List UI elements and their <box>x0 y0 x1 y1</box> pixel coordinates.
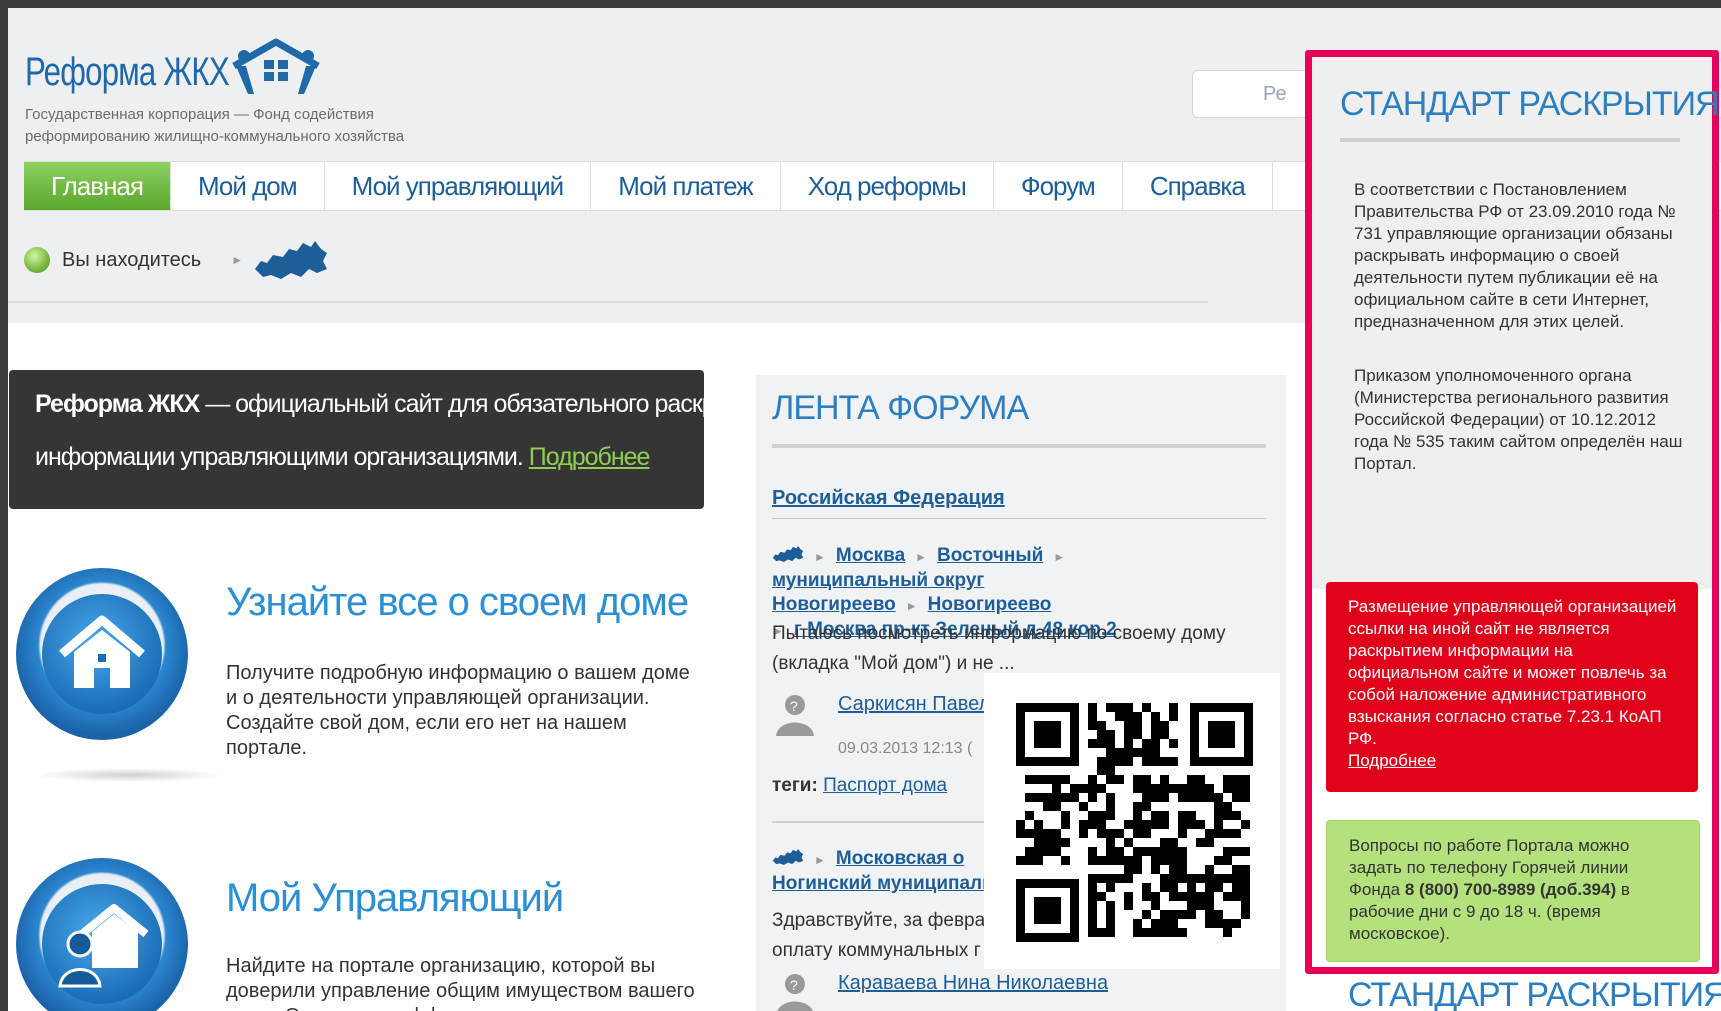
breadcrumb-arrow-icon: ► <box>231 253 244 267</box>
intro-banner: Реформа ЖКХ — официальный сайт для обяза… <box>9 370 769 509</box>
path-link[interactable]: Московская о <box>836 848 964 869</box>
house-icon <box>59 615 145 688</box>
russia-map-icon <box>772 546 804 562</box>
banner-line: Реформа ЖКХ — официальный сайт для обяза… <box>35 390 769 419</box>
location-label: Вы находитесь <box>62 248 202 271</box>
nav-item-my-manager[interactable]: Мой управляющий <box>325 162 592 210</box>
logo-title[interactable]: Реформа ЖКХ <box>25 50 230 95</box>
forum-post-author[interactable]: Караваева Нина Николаевна <box>838 972 1108 995</box>
feature-title[interactable]: Узнайте все о своем доме <box>226 580 689 625</box>
nav-item-reform-progress[interactable]: Ход реформы <box>781 162 994 210</box>
breadcrumb-arrow-icon: ► <box>814 550 826 564</box>
tags-label: теги: <box>772 775 818 796</box>
forum-title: ЛЕНТА ФОРУМА <box>772 389 1029 427</box>
badge-inner <box>42 884 162 1004</box>
qr-code-icon <box>1016 703 1253 942</box>
sidebar-paragraph: Приказом уполномоченного органа (Министе… <box>1354 366 1683 473</box>
warning-message: Размещение управляющей организацией ссыл… <box>1348 597 1677 748</box>
breadcrumb: Вы находитесь ► <box>24 240 329 280</box>
disclosure-info-block: СТАНДАРТ РАСКРЫТИЯ В соответствии с Пост… <box>1312 57 1720 589</box>
svg-text:?: ? <box>790 977 798 993</box>
header-divider <box>8 301 1208 303</box>
path-link[interactable]: Новогиреево <box>928 594 1052 615</box>
feature-description: Получите подробную информацию о вашем до… <box>226 662 690 759</box>
breadcrumb-arrow-icon: ► <box>905 599 918 613</box>
tag-link[interactable]: Паспорт дома <box>823 775 947 796</box>
search-placeholder: Ре <box>1263 83 1287 105</box>
banner-more-link[interactable]: Подробнее <box>529 443 651 471</box>
user-avatar-icon: ? <box>777 974 813 1011</box>
forum-post-tags: теги: Паспорт дома <box>772 775 947 797</box>
banner-text: — официальный сайт для обязательного рас… <box>199 390 768 418</box>
breadcrumb-arrow-icon: ► <box>915 550 928 564</box>
hotline-text: Вопросы по работе Портала можно задать п… <box>1349 835 1679 945</box>
path-link[interactable]: Ногинский муниципаль <box>772 873 994 894</box>
disclosure-standard-panel: СТАНДАРТ РАСКРЫТИЯ В соответствии с Пост… <box>1305 50 1720 974</box>
hotline-phone: 8 (800) 700-8989 (доб.394) <box>1404 880 1617 899</box>
breadcrumb-arrow-icon: ► <box>814 853 826 867</box>
russia-map-icon[interactable] <box>253 239 329 281</box>
nav-item-my-house[interactable]: Мой дом <box>171 162 325 210</box>
qr-code-overlay <box>984 673 1280 969</box>
forum-divider <box>772 518 1266 519</box>
house-badge[interactable] <box>16 568 188 740</box>
location-pin-icon <box>24 247 50 273</box>
nav-item-forum[interactable]: Форум <box>994 162 1123 210</box>
banner-text: информации управляющими организациями. <box>35 443 524 471</box>
feature-title[interactable]: Мой Управляющий <box>226 876 564 921</box>
warning-notice: Размещение управляющей организацией ссыл… <box>1326 582 1698 792</box>
feature-description: Найдите на портале организацию, которой … <box>226 955 695 1011</box>
forum-post-date: 09.03.2013 12:13 ( <box>838 740 973 757</box>
house-people-logo-icon <box>232 38 320 94</box>
nav-item-home[interactable]: Главная <box>24 162 171 210</box>
feature-my-manager: Мой Управляющий Найдите на портале орган… <box>16 858 696 1011</box>
logo-subtitle: Государственная корпорация — Фонд содейс… <box>25 104 485 148</box>
path-link[interactable]: Москва <box>836 545 905 566</box>
forum-post-text: Пытаюсь посмотреть информацию по своему … <box>772 623 1226 674</box>
svg-text:?: ? <box>790 698 798 714</box>
feature-my-house: Узнайте все о своем доме Получите подроб… <box>16 568 696 808</box>
disclosure-standard-title: СТАНДАРТ РАСКРЫТИЯ <box>1348 976 1721 1011</box>
banner-brand: Реформа ЖКХ <box>35 390 200 418</box>
forum-region-link[interactable]: Российская Федерация <box>772 487 1005 510</box>
logo-subtitle-line: реформированию жилищно-коммунального хоз… <box>25 128 405 145</box>
sidebar-paragraph: В соответствии с Постановлением Правител… <box>1354 180 1676 331</box>
breadcrumb-arrow-icon: ► <box>1053 550 1066 564</box>
forum-divider <box>772 444 1266 448</box>
warning-more-link[interactable]: Подробнее <box>1348 751 1436 770</box>
russia-map-icon <box>772 849 804 865</box>
nav-item-my-payment[interactable]: Мой платеж <box>591 162 781 210</box>
sidebar-divider <box>1340 138 1680 142</box>
warning-text: Размещение управляющей организацией ссыл… <box>1348 596 1683 772</box>
user-avatar-icon: ? <box>776 695 814 736</box>
hotline-notice: Вопросы по работе Портала можно задать п… <box>1326 820 1700 962</box>
forum-post-author[interactable]: Саркисян Павел <box>838 693 990 716</box>
badge-shadow <box>34 768 224 782</box>
manager-house-icon <box>58 904 149 988</box>
sidebar-title: СТАНДАРТ РАСКРЫТИЯ <box>1340 85 1720 123</box>
page: Реформа ЖКХ Государственная корпорация —… <box>8 8 1721 1011</box>
badge-inner <box>42 594 162 714</box>
logo-subtitle-line: Государственная корпорация — Фонд содейс… <box>25 106 375 123</box>
banner-line: информации управляющими организациями. П… <box>35 443 651 472</box>
nav-item-help[interactable]: Справка <box>1123 162 1273 210</box>
manager-badge[interactable] <box>16 858 188 1011</box>
path-link[interactable]: Восточный <box>937 545 1043 566</box>
